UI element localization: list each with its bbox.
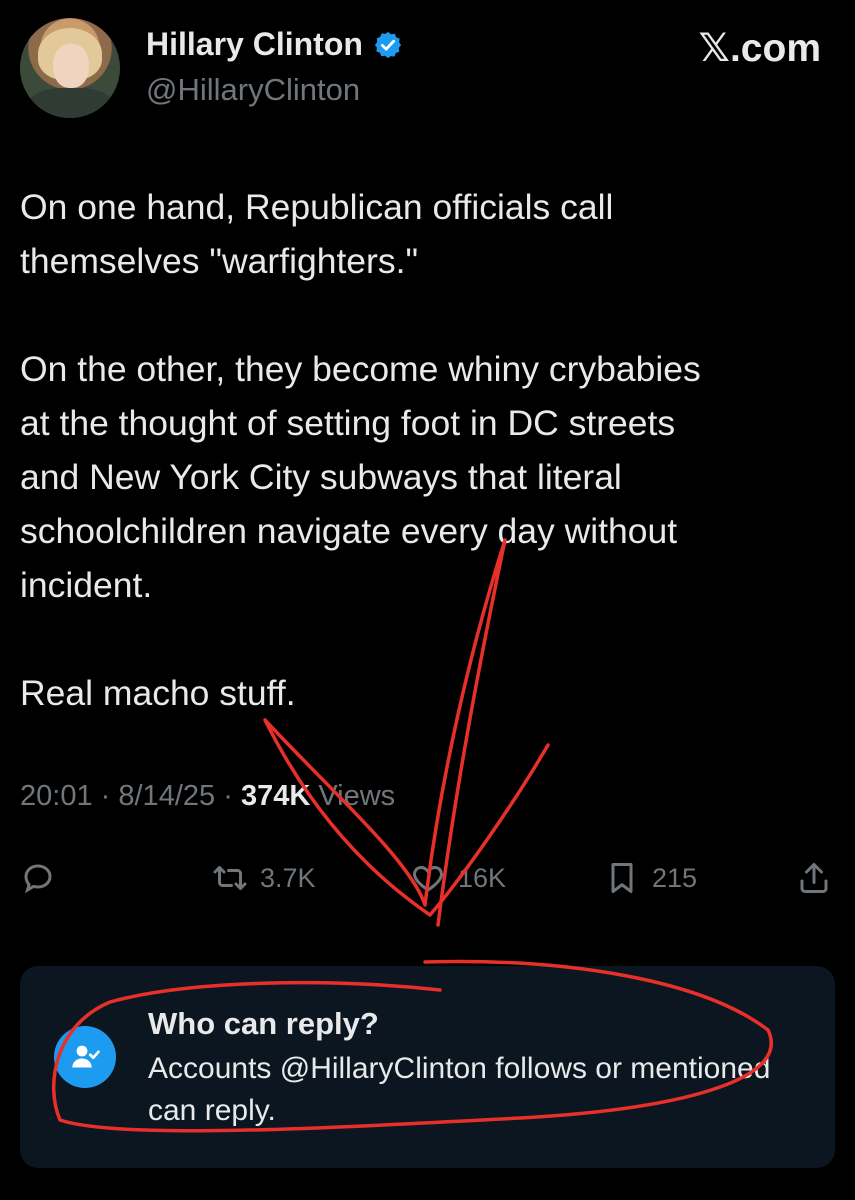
avatar[interactable] <box>20 18 120 118</box>
bookmark-count: 215 <box>652 862 698 893</box>
share-button[interactable] <box>796 860 832 896</box>
avatar-body <box>26 88 116 118</box>
tweet-date[interactable]: 8/14/25 <box>118 780 215 812</box>
site-label: 𝕏.com <box>698 27 821 70</box>
who-can-reply-panel: Who can reply? Accounts @HillaryClinton … <box>20 966 835 1168</box>
views-label: Views <box>318 780 396 812</box>
author-handle[interactable]: @HillaryClinton <box>146 72 360 108</box>
meta-separator: · <box>223 780 233 812</box>
people-check-icon <box>54 1026 116 1088</box>
tweet-time[interactable]: 20:01 <box>20 780 93 812</box>
views-count: 374K <box>240 780 311 812</box>
tweet-meta: 20:01 · 8/14/25 · 374K Views <box>20 780 395 813</box>
retweet-count: 3.7K <box>260 862 316 893</box>
reply-icon <box>24 864 52 894</box>
heart-icon <box>413 865 443 892</box>
retweet-icon <box>213 866 247 890</box>
who-can-reply-description: Accounts @HillaryClinton follows or ment… <box>148 1052 771 1127</box>
bookmark-button[interactable]: 215 <box>604 860 697 896</box>
retweet-button[interactable]: 3.7K <box>212 860 316 896</box>
who-can-reply-title: Who can reply? <box>148 1006 379 1041</box>
reply-button[interactable] <box>20 860 56 896</box>
meta-separator: · <box>100 780 111 812</box>
verified-badge-icon <box>374 31 402 58</box>
action-bar: 3.7K 16K 215 <box>0 850 855 910</box>
bookmark-icon <box>611 863 633 893</box>
like-button[interactable]: 16K <box>410 860 506 896</box>
avatar-face <box>53 44 89 88</box>
like-count: 16K <box>458 862 507 893</box>
author-name[interactable]: Hillary Clinton <box>146 26 363 63</box>
share-icon <box>800 863 828 893</box>
tweet-text: On one hand, Republican officials call t… <box>20 187 701 713</box>
author-name-row: Hillary Clinton <box>146 26 403 63</box>
